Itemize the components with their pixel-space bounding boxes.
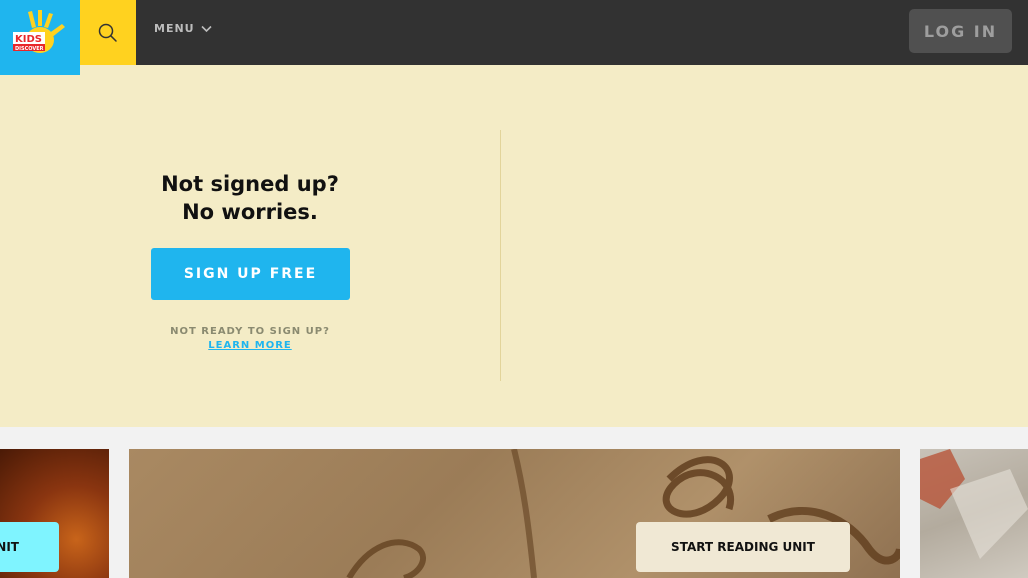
unit-card-left[interactable]: NIT <box>0 449 109 578</box>
menu-dropdown[interactable]: MENU <box>154 22 212 35</box>
vertical-divider <box>500 130 501 381</box>
signup-hero-section: Not signed up? No worries. SIGN UP FREE … <box>0 65 1028 427</box>
start-reading-unit-label-left: NIT <box>0 540 19 554</box>
hero-title: Not signed up? No worries. <box>100 170 400 226</box>
start-reading-unit-button[interactable]: START READING UNIT <box>636 522 850 572</box>
kids-discover-logo[interactable]: KIDS DISCOVER <box>0 0 80 75</box>
start-reading-unit-button-left[interactable]: NIT <box>0 522 59 572</box>
artwork-thumbnail <box>920 449 1028 559</box>
login-button[interactable]: LOG IN <box>909 9 1012 53</box>
svg-text:KIDS: KIDS <box>15 34 42 45</box>
learn-more-link[interactable]: LEARN MORE <box>100 340 400 351</box>
chevron-down-icon <box>201 25 212 32</box>
search-icon <box>98 23 117 42</box>
menu-label: MENU <box>154 22 195 35</box>
hero-title-line1: Not signed up? <box>161 172 339 196</box>
hero-title-line2: No worries. <box>182 200 318 224</box>
search-button[interactable] <box>80 0 136 65</box>
signup-free-button[interactable]: SIGN UP FREE <box>151 248 350 300</box>
svg-text:DISCOVER: DISCOVER <box>15 46 44 52</box>
unit-card-center[interactable]: START READING UNIT <box>129 449 900 578</box>
unit-card-right[interactable] <box>920 449 1028 578</box>
hand-logo-icon: KIDS DISCOVER <box>13 10 65 53</box>
not-ready-text: NOT READY TO SIGN UP? <box>170 326 330 337</box>
